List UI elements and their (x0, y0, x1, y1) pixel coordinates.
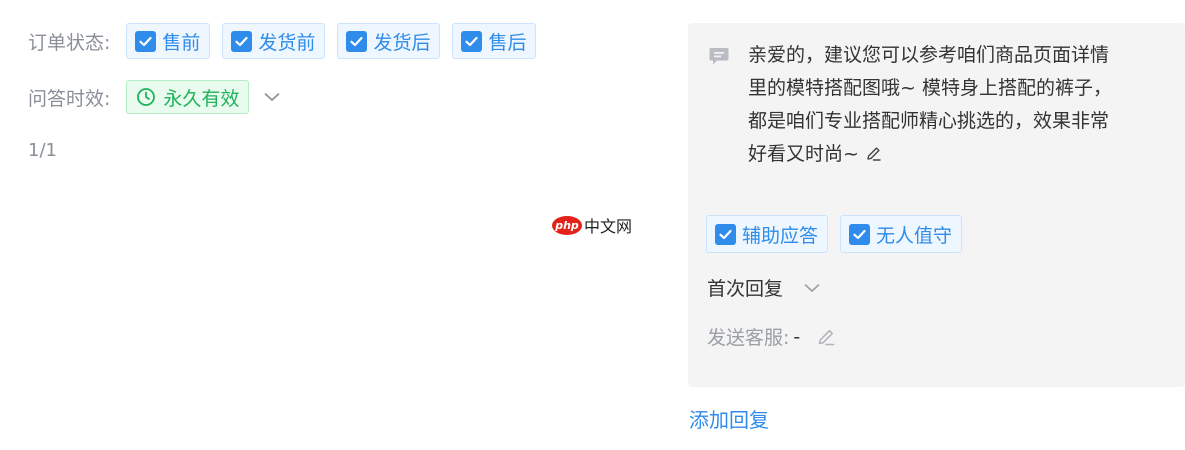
validity-tag[interactable]: 永久有效 (126, 80, 250, 114)
order-status-label: 订单状态: (28, 31, 111, 54)
message-icon (708, 45, 730, 71)
send-agent-label: 发送客服: (707, 327, 790, 349)
tag-label: 售前 (162, 31, 201, 54)
checkbox-checked-icon[interactable] (715, 223, 736, 245)
watermark-logo: php (552, 215, 582, 235)
tag-before-shipping[interactable]: 发货前 (222, 23, 326, 59)
edit-icon[interactable] (816, 327, 836, 347)
watermark: php 中文网 (552, 213, 632, 237)
tag-label: 发货后 (373, 31, 431, 54)
tag-presale[interactable]: 售前 (126, 23, 211, 59)
reply-tags: 辅助应答 无人值守 (706, 215, 974, 253)
qa-validity-label: 问答时效: (28, 87, 111, 110)
reply-message-text: 亲爱的，建议您可以参考咱们商品页面详情里的模特搭配图哦~ 模特身上搭配的裤子，都… (748, 44, 1112, 165)
checkbox-checked-icon[interactable] (135, 30, 157, 52)
qa-validity-row: 问答时效: 永久有效 (28, 80, 281, 114)
send-agent: 发送客服: - (707, 323, 836, 350)
clock-icon (136, 87, 156, 107)
tag-label: 售后 (488, 31, 527, 54)
checkbox-checked-icon[interactable] (461, 30, 483, 52)
tag-label: 无人值守 (876, 224, 953, 247)
reply-type-select[interactable]: 首次回复 (707, 274, 821, 301)
watermark-text: 中文网 (584, 217, 633, 236)
edit-icon[interactable] (865, 140, 882, 173)
order-status-row: 订单状态: 售前 发货前 发货后 售后 (28, 23, 548, 59)
chevron-down-icon[interactable] (263, 91, 281, 103)
tag-aftersale[interactable]: 售后 (452, 23, 537, 59)
checkbox-checked-icon[interactable] (231, 30, 253, 52)
page-count: 1/1 (28, 140, 57, 161)
reply-message: 亲爱的，建议您可以参考咱们商品页面详情里的模特搭配图哦~ 模特身上搭配的裤子，都… (748, 39, 1120, 173)
tag-label: 发货前 (258, 31, 316, 54)
tag-unattended[interactable]: 无人值守 (840, 215, 963, 253)
checkbox-checked-icon[interactable] (849, 223, 871, 245)
tag-after-shipping[interactable]: 发货后 (337, 23, 441, 59)
send-agent-value: - (793, 325, 801, 348)
chevron-down-icon[interactable] (803, 282, 821, 294)
validity-value: 永久有效 (163, 87, 240, 110)
add-reply-link[interactable]: 添加回复 (689, 404, 769, 433)
checkbox-checked-icon[interactable] (346, 30, 368, 52)
tag-assisted-reply[interactable]: 辅助应答 (706, 215, 829, 253)
tag-label: 辅助应答 (742, 224, 819, 247)
reply-card: 亲爱的，建议您可以参考咱们商品页面详情里的模特搭配图哦~ 模特身上搭配的裤子，都… (688, 23, 1185, 387)
page: 订单状态: 售前 发货前 发货后 售后 问答时效: 永久有效 1/1 php 中… (0, 0, 1185, 450)
reply-type-value: 首次回复 (707, 278, 784, 300)
